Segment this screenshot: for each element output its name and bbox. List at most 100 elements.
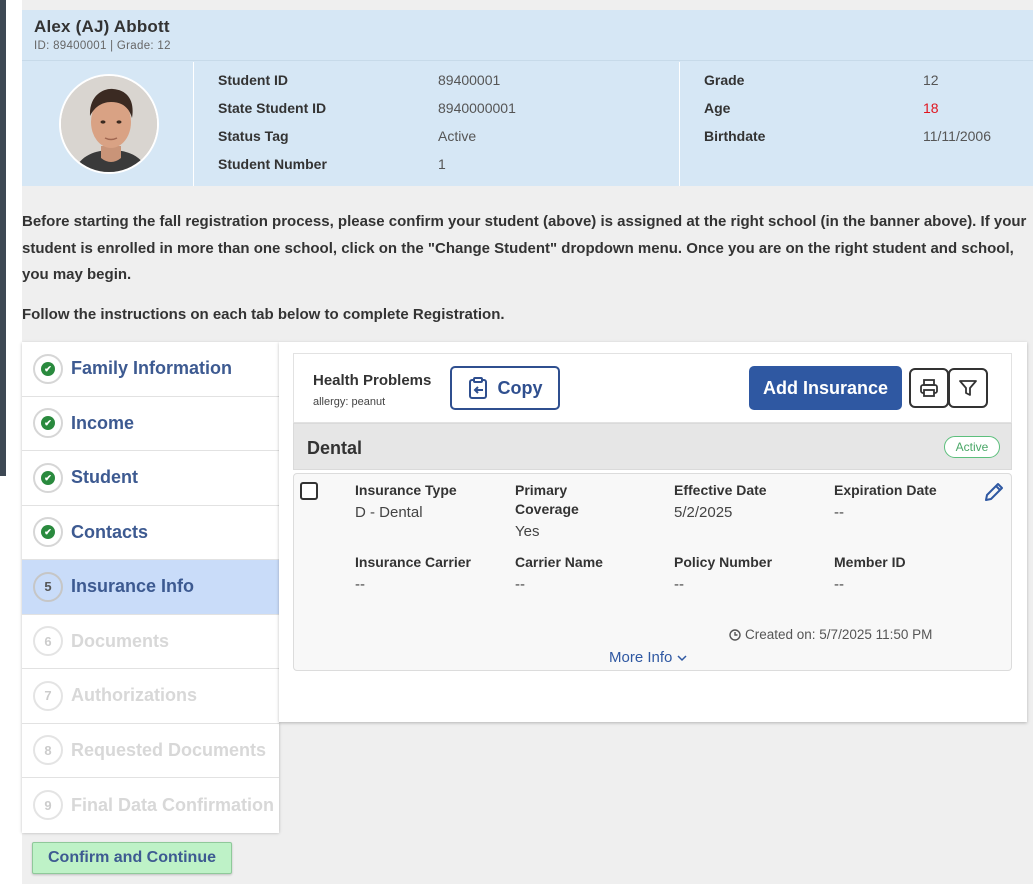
value: 18 [923,100,939,116]
field-value: -- [834,576,844,593]
step-authorizations: 7 Authorizations [22,669,279,724]
insurance-content: Health Problems allergy: peanut Copy Add… [293,353,1012,671]
value: 8940000001 [438,100,516,116]
field-label: Primary Coverage [515,482,579,517]
app-sidebar-edge [0,0,6,476]
record-checkbox[interactable] [300,482,318,500]
field-primary-coverage: Primary Coverage Yes [515,481,605,540]
step-number: 8 [33,735,63,766]
student-details: Student ID 89400001 State Student ID 894… [22,62,1033,186]
step-family-information[interactable]: ✔ Family Information [22,342,279,397]
step-label: Family Information [71,358,233,379]
confirm-and-continue-button[interactable]: Confirm and Continue [32,842,232,874]
field-value: D - Dental [355,504,423,521]
student-subtitle: ID: 89400001 | Grade: 12 [34,40,171,52]
field-label: Insurance Type [355,482,457,498]
field-label: Policy Number [674,554,773,570]
step-number: 5 [33,571,63,602]
section-title: Dental [307,438,363,458]
step-income[interactable]: ✔ Income [22,396,279,451]
field-value: -- [674,576,684,593]
edit-button[interactable] [983,481,1005,508]
instructions-followup: Follow the instructions on each tab belo… [22,306,505,323]
check-icon: ✔ [41,361,55,376]
print-button[interactable] [909,368,949,408]
field-insurance-type: Insurance Type D - Dental [355,481,505,521]
more-info-link[interactable]: More Info [609,649,687,666]
registration-steps: ✔ Family Information ✔ Income ✔ Student … [22,342,279,833]
field-insurance-carrier: Insurance Carrier -- [355,553,505,593]
label: Status Tag [218,128,289,144]
photo-cell [22,62,194,186]
student-banner: Alex (AJ) Abbott ID: 89400001 | Grade: 1… [22,10,1033,186]
value: 89400001 [438,72,501,88]
check-icon: ✔ [41,525,55,540]
label: Student ID [218,72,288,88]
printer-icon [920,379,938,397]
avatar [59,74,159,174]
clock-icon [729,628,741,641]
dental-section-header: Dental Active [293,423,1012,470]
field-value: -- [355,576,365,593]
field-value: -- [515,576,525,593]
step-label: Insurance Info [71,576,195,597]
field-label: Expiration Date [834,482,937,498]
step-label: Authorizations [71,685,197,706]
step-status-circle: ✔ [33,353,63,384]
field-label: Insurance Carrier [355,554,471,570]
created-text: Created on: 5/7/2025 11:50 PM [745,627,933,642]
step-student[interactable]: ✔ Student [22,451,279,506]
field-effective-date: Effective Date 5/2/2025 [674,481,824,521]
step-status-circle: ✔ [33,462,63,493]
student-header: Alex (AJ) Abbott ID: 89400001 | Grade: 1… [22,10,1033,61]
clipboard-copy-icon [468,377,487,399]
pencil-icon [985,483,1003,501]
check-icon: ✔ [41,470,55,485]
step-number: 6 [33,626,63,657]
instructions-text: Before starting the fall registration pr… [22,213,1027,283]
created-timestamp: Created on: 5/7/2025 11:50 PM [729,627,932,642]
insurance-panel: Health Problems allergy: peanut Copy Add… [279,342,1027,722]
insurance-record: Insurance Type D - Dental Primary Covera… [293,473,1012,671]
field-label: Carrier Name [515,554,603,570]
insurance-toolbar: Health Problems allergy: peanut Copy Add… [293,353,1012,423]
field-value: -- [834,504,844,521]
health-problems-title: Health Problems [313,372,432,389]
value: 11/11/2006 [923,128,991,144]
step-documents: 6 Documents [22,614,279,669]
step-number: 9 [33,790,63,821]
step-number: 7 [33,680,63,711]
step-label: Documents [71,630,170,651]
label: Grade [704,72,745,88]
status-badge: Active [944,436,1000,458]
step-final-data-confirmation: 9 Final Data Confirmation [22,778,279,833]
health-problems-detail: allergy: peanut [313,396,386,408]
label: State Student ID [218,100,327,116]
field-member-id: Member ID -- [834,553,984,593]
label: Student Number [218,156,327,172]
step-insurance-info[interactable]: 5 Insurance Info [22,560,279,615]
field-value: Yes [515,523,540,540]
field-label: Member ID [834,554,906,570]
field-label: Effective Date [674,482,767,498]
step-label: Contacts [71,521,149,542]
copy-button[interactable]: Copy [450,366,560,410]
chevron-down-icon [677,655,687,662]
field-value: 5/2/2025 [674,504,733,521]
filter-button[interactable] [948,368,988,408]
step-label: Requested Documents [71,739,267,760]
step-label: Final Data Confirmation [71,794,275,815]
copy-label: Copy [497,377,543,398]
add-insurance-button[interactable]: Add Insurance [749,366,902,410]
step-status-circle: ✔ [33,517,63,548]
more-info-label: More Info [609,649,673,666]
field-expiration-date: Expiration Date -- [834,481,984,521]
label: Age [704,100,731,116]
step-status-circle: ✔ [33,408,63,439]
student-ids-cell: Student ID 89400001 State Student ID 894… [195,62,680,186]
step-contacts[interactable]: ✔ Contacts [22,505,279,560]
value: 1 [438,156,446,172]
registration-page: Alex (AJ) Abbott ID: 89400001 | Grade: 1… [22,0,1033,884]
check-icon: ✔ [41,416,55,431]
step-requested-documents: 8 Requested Documents [22,723,279,778]
